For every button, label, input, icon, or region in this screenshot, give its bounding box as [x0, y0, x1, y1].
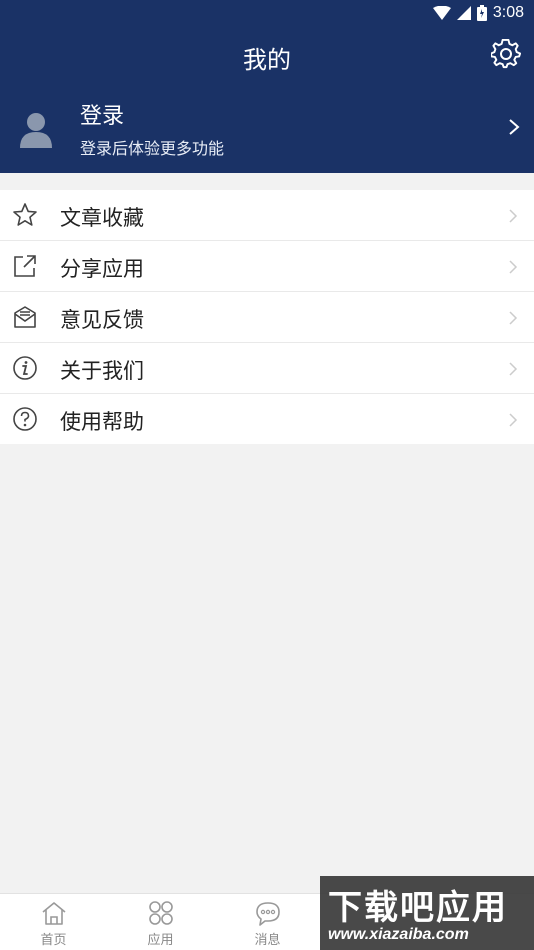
info-icon: [13, 356, 37, 380]
chevron-right-icon: [509, 362, 518, 376]
menu-item-label: 关于我们: [60, 360, 144, 383]
tab-label: 应用: [147, 932, 174, 947]
login-row[interactable]: 登录 登录后体验更多功能: [0, 90, 534, 170]
watermark-url: www.xiazaiba.com: [328, 926, 469, 943]
menu-list: 文章收藏 分享应用 意见反馈 关于我们 使用帮助: [0, 190, 534, 444]
status-icons: 3:08: [432, 4, 524, 22]
chevron-right-icon: [509, 413, 518, 427]
battery-icon: [476, 5, 487, 21]
signal-icon: [456, 6, 471, 20]
gear-icon: [491, 39, 521, 69]
chevron-right-icon: [509, 311, 518, 325]
menu-item-label: 分享应用: [60, 258, 144, 281]
tab-messages[interactable]: 消息: [214, 894, 321, 950]
tab-home[interactable]: 首页: [0, 894, 107, 950]
menu-item-about[interactable]: 关于我们: [0, 343, 534, 394]
feedback-icon: [14, 306, 36, 328]
watermark-title: 下载吧应用: [328, 889, 508, 927]
login-subtitle: 登录后体验更多功能: [80, 141, 225, 158]
menu-item-label: 文章收藏: [60, 207, 144, 230]
status-bar: 3:08: [0, 0, 534, 28]
wifi-icon: [432, 6, 451, 20]
watermark: 下载吧应用 www.xiazaiba.com: [320, 876, 534, 950]
page-title: 我的: [243, 47, 291, 74]
tab-label: 消息: [254, 932, 281, 947]
home-icon: [42, 902, 66, 925]
chevron-right-icon: [509, 119, 520, 135]
menu-item-feedback[interactable]: 意见反馈: [0, 292, 534, 343]
title-bar: 我的: [0, 30, 534, 82]
share-icon: [14, 255, 36, 277]
settings-button[interactable]: [490, 38, 522, 70]
menu-item-share[interactable]: 分享应用: [0, 241, 534, 292]
tab-label: 首页: [40, 932, 67, 947]
chevron-right-icon: [509, 209, 518, 223]
apps-icon: [149, 901, 173, 925]
tab-apps[interactable]: 应用: [107, 894, 214, 950]
help-icon: [13, 407, 37, 431]
message-icon: [256, 902, 280, 926]
menu-item-label: 意见反馈: [60, 309, 144, 332]
star-icon: [13, 203, 37, 226]
chevron-right-icon: [509, 260, 518, 274]
login-title: 登录: [80, 103, 125, 128]
avatar-icon: [20, 113, 52, 148]
menu-item-favorites[interactable]: 文章收藏: [0, 190, 534, 241]
header: 3:08 我的 登录 登录后体验更多功能: [0, 0, 534, 173]
menu-item-help[interactable]: 使用帮助: [0, 394, 534, 444]
status-time: 3:08: [492, 4, 524, 21]
menu-item-label: 使用帮助: [60, 411, 144, 434]
